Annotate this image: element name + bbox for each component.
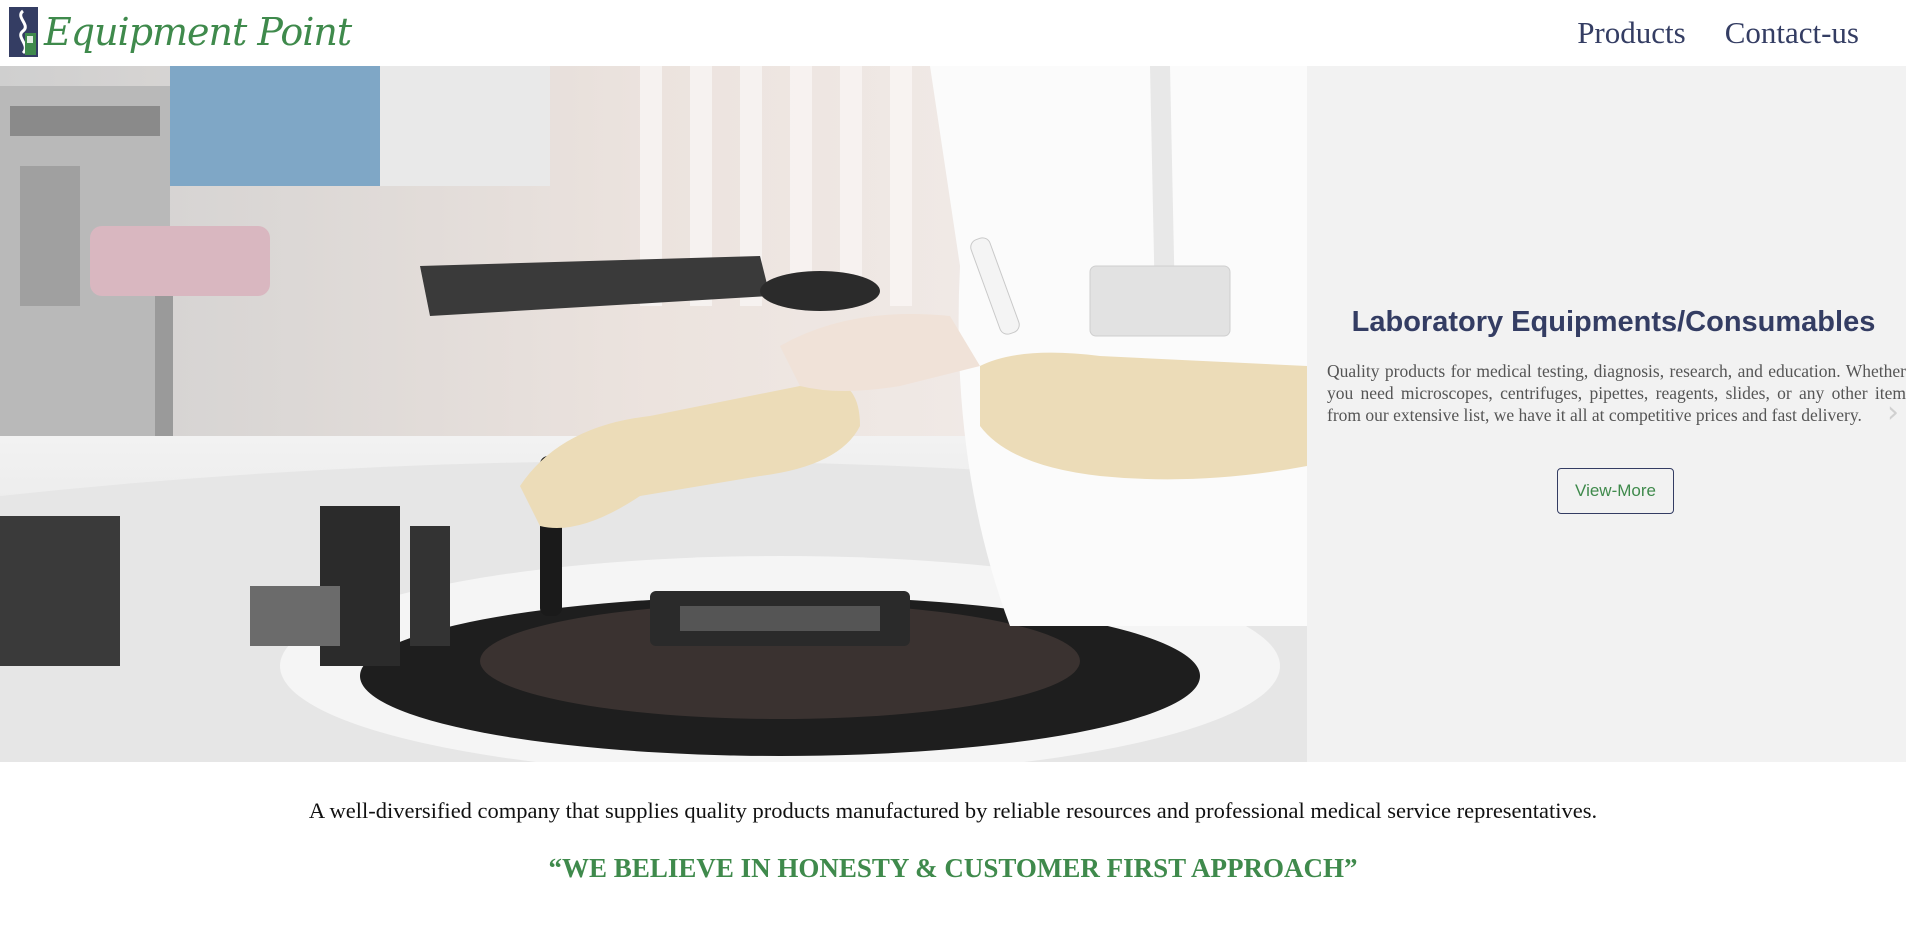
brand-name: Equipment Point <box>44 10 352 54</box>
lab-photo-illustration <box>0 66 1307 762</box>
company-motto: “WE BELIEVE IN HONESTY & CUSTOMER FIRST … <box>548 853 1358 883</box>
main-nav: Products Contact-us <box>1538 14 1859 52</box>
chevron-right-icon[interactable]: › <box>1880 392 1906 432</box>
nav-products-link[interactable]: Products <box>1577 14 1686 52</box>
hero-carousel: Laboratory Equipments/Consumables Qualit… <box>0 66 1906 762</box>
view-more-button[interactable]: View-More <box>1557 468 1674 514</box>
logo[interactable]: Equipment Point <box>9 7 352 57</box>
nav-contact-link[interactable]: Contact-us <box>1725 14 1859 52</box>
hero-text-panel: Laboratory Equipments/Consumables Qualit… <box>1307 66 1906 762</box>
intro-section: A well-diversified company that supplies… <box>0 762 1906 927</box>
logo-mark-icon <box>9 7 38 57</box>
hero-description: Quality products for medical testing, di… <box>1327 361 1906 425</box>
intro-text: A well-diversified company that supplies… <box>308 798 1598 823</box>
site-header: Equipment Point Products Contact-us <box>0 0 1909 66</box>
hero-title: Laboratory Equipments/Consumables <box>1351 306 1876 338</box>
hero-image <box>0 66 1307 762</box>
